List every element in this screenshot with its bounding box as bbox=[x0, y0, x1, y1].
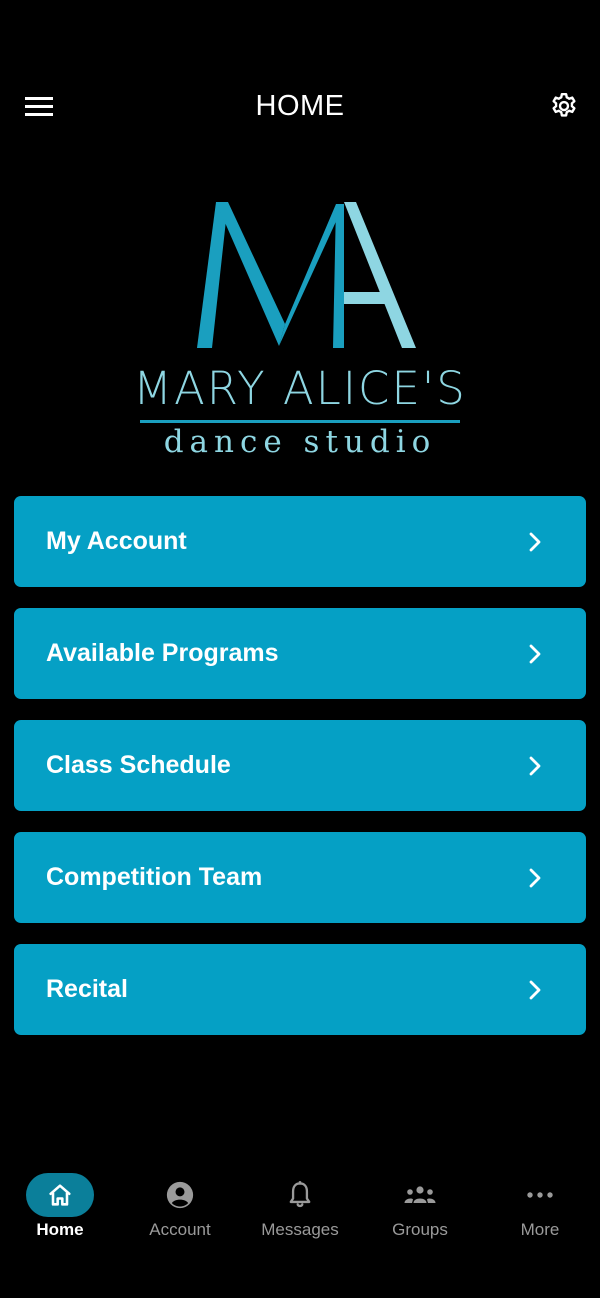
nav-tab-account[interactable]: Account bbox=[120, 1165, 240, 1255]
bell-icon bbox=[289, 1181, 311, 1208]
nav-tab-home[interactable]: Home bbox=[0, 1165, 120, 1255]
ma-monogram-logo bbox=[197, 202, 416, 348]
groups-icon bbox=[404, 1186, 436, 1203]
home-icon bbox=[49, 1184, 71, 1206]
chevron-right-icon bbox=[529, 980, 541, 1000]
menu-item-label: Available Programs bbox=[46, 639, 279, 667]
logo-subtitle: dance studio bbox=[163, 424, 437, 460]
bottom-navigation: Home Account Messages Groups More bbox=[0, 1165, 600, 1255]
nav-label: Messages bbox=[261, 1220, 339, 1239]
nav-active-indicator bbox=[26, 1173, 94, 1217]
logo-studio-name: MARY ALICE'S bbox=[133, 362, 467, 415]
settings-button[interactable] bbox=[544, 86, 584, 126]
nav-label: Home bbox=[36, 1220, 84, 1239]
chevron-right-icon bbox=[529, 756, 541, 776]
home-menu-list: My Account Available Programs Class Sche… bbox=[14, 496, 586, 1056]
menu-item-my-account[interactable]: My Account bbox=[14, 496, 586, 587]
logo-divider bbox=[140, 420, 460, 423]
page-title: HOME bbox=[255, 90, 345, 122]
menu-item-class-schedule[interactable]: Class Schedule bbox=[14, 720, 586, 811]
menu-item-recital[interactable]: Recital bbox=[14, 944, 586, 1035]
chevron-right-icon bbox=[529, 868, 541, 888]
menu-item-label: Class Schedule bbox=[46, 751, 231, 779]
nav-tab-messages[interactable]: Messages bbox=[240, 1165, 360, 1255]
chevron-right-icon bbox=[529, 644, 541, 664]
gear-icon bbox=[552, 92, 576, 117]
nav-label: Groups bbox=[392, 1220, 448, 1239]
nav-label: Account bbox=[149, 1220, 211, 1239]
menu-item-available-programs[interactable]: Available Programs bbox=[14, 608, 586, 699]
studio-logo: MARY ALICE'S dance studio bbox=[130, 196, 470, 466]
nav-tab-more[interactable]: More bbox=[480, 1165, 600, 1255]
menu-item-label: My Account bbox=[46, 527, 187, 555]
account-circle-icon bbox=[166, 1181, 194, 1209]
menu-item-label: Recital bbox=[46, 975, 128, 1003]
menu-item-label: Competition Team bbox=[46, 863, 263, 891]
menu-item-competition-team[interactable]: Competition Team bbox=[14, 832, 586, 923]
chevron-right-icon bbox=[529, 532, 541, 552]
app-header: HOME bbox=[0, 70, 600, 142]
nav-label: More bbox=[520, 1220, 560, 1239]
more-dots-icon bbox=[527, 1192, 553, 1198]
nav-tab-groups[interactable]: Groups bbox=[360, 1165, 480, 1255]
